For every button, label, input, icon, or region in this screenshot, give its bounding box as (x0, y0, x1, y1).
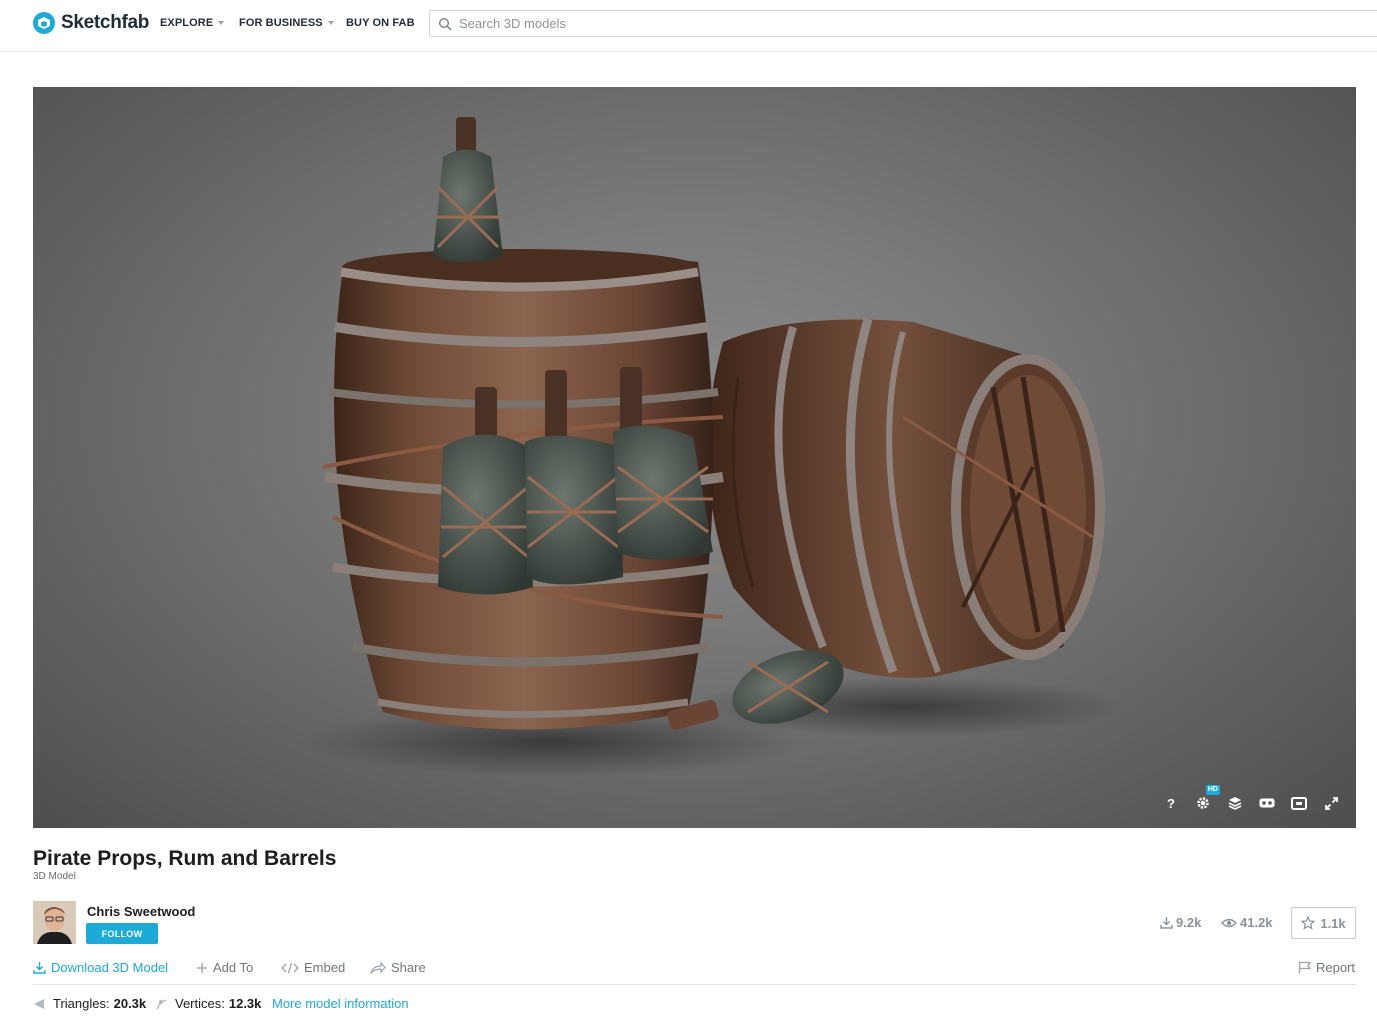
vr-icon[interactable] (1258, 794, 1276, 812)
embed-button[interactable]: Embed (281, 960, 345, 975)
share-button[interactable]: Share (370, 960, 426, 975)
download-count-value: 9.2k (1176, 915, 1202, 930)
lying-barrel (707, 317, 1105, 678)
nav-buy-on-fab-label: BUY ON FAB (346, 17, 415, 29)
nav-buy-on-fab[interactable]: BUY ON FAB (346, 17, 415, 29)
theater-mode-icon[interactable] (1290, 794, 1308, 812)
model-render (303, 117, 1123, 777)
vertices-info: Vertices: 12.3k (155, 996, 261, 1011)
download-model-label: Download 3D Model (51, 960, 169, 975)
nav-for-business[interactable]: FOR BUSINESS (239, 17, 334, 29)
fullscreen-icon[interactable] (1322, 794, 1340, 812)
settings-icon[interactable]: HD (1194, 785, 1220, 812)
brand-name: Sketchfab (61, 12, 150, 33)
model-viewer[interactable]: ? HD (33, 87, 1356, 828)
nav-explore-label: EXPLORE (160, 17, 214, 29)
vertex-icon (156, 998, 167, 1009)
hd-badge: HD (1205, 785, 1220, 795)
triangles-info: Triangles: 20.3k (33, 996, 146, 1011)
viewer-controls: ? HD (1162, 785, 1340, 812)
flag-icon (1298, 961, 1311, 974)
top-navigation: Sketchfab EXPLORE FOR BUSINESS BUY ON FA… (0, 0, 1377, 52)
chevron-down-icon (218, 21, 225, 25)
search-box[interactable] (429, 10, 1377, 37)
view-count: 41.2k (1221, 915, 1273, 930)
nav-explore[interactable]: EXPLORE (160, 17, 225, 29)
vertices-label: Vertices: (175, 996, 225, 1011)
add-to-label: Add To (213, 960, 254, 975)
triangle-icon (34, 998, 44, 1009)
search-input[interactable] (459, 16, 1259, 31)
divider (33, 984, 1356, 985)
search-icon (438, 17, 452, 31)
gear-icon (1197, 797, 1209, 809)
model-type: 3D Model (33, 871, 76, 882)
like-button[interactable]: 1.1k (1291, 907, 1356, 939)
author-avatar[interactable] (33, 901, 76, 944)
report-button[interactable]: Report (1298, 960, 1355, 975)
vertices-value: 12.3k (228, 996, 262, 1011)
report-label: Report (1316, 960, 1356, 975)
download-count: 9.2k (1160, 915, 1201, 930)
share-icon (370, 961, 386, 974)
more-model-information-link[interactable]: More model information (272, 996, 409, 1011)
layers-icon[interactable] (1226, 794, 1244, 812)
triangles-value: 20.3k (113, 996, 147, 1011)
embed-label: Embed (304, 960, 346, 975)
eye-icon (1221, 918, 1237, 927)
nav-for-business-label: FOR BUSINESS (239, 17, 323, 29)
view-count-value: 41.2k (1240, 915, 1273, 930)
share-label: Share (391, 960, 426, 975)
download-icon (1160, 917, 1173, 929)
top-bottle (433, 117, 503, 262)
download-model-button[interactable]: Download 3D Model (33, 960, 168, 975)
add-to-button[interactable]: Add To (196, 960, 253, 975)
star-icon (1301, 916, 1316, 930)
help-icon[interactable]: ? (1162, 794, 1180, 812)
chevron-down-icon (327, 21, 334, 25)
help-label: ? (1167, 795, 1175, 811)
author-name[interactable]: Chris Sweetwood (87, 904, 195, 919)
follow-button[interactable]: FOLLOW (86, 923, 158, 944)
plus-icon (197, 962, 207, 973)
model-title: Pirate Props, Rum and Barrels (33, 847, 337, 870)
code-icon (281, 962, 299, 973)
download-icon (33, 962, 46, 974)
sketchfab-logo[interactable]: Sketchfab (33, 11, 149, 35)
sketchfab-logo-icon (33, 12, 55, 34)
like-count: 1.1k (1320, 915, 1346, 931)
triangles-label: Triangles: (53, 996, 110, 1011)
